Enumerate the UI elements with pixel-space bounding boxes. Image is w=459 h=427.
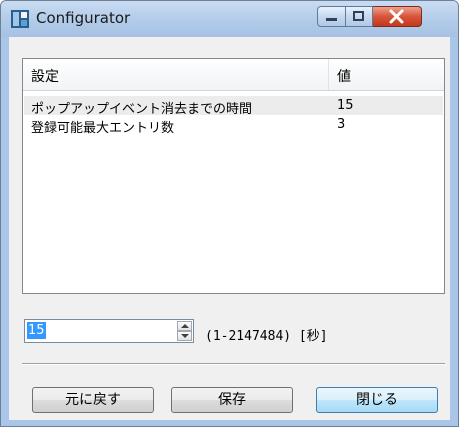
window-title: Configurator (36, 9, 131, 27)
row-value: 15 (337, 98, 354, 113)
value-spinbox[interactable]: 15 (24, 319, 194, 343)
range-label: (1-2147484) [秒] (205, 329, 328, 344)
title-bar[interactable]: Configurator (1, 1, 458, 37)
minimize-icon (326, 18, 337, 21)
close-window-button[interactable] (373, 6, 422, 27)
divider (22, 363, 445, 365)
arrow-down-icon (181, 334, 189, 338)
spin-up-button[interactable] (177, 321, 192, 331)
maximize-icon (353, 11, 364, 21)
column-header-value[interactable]: 値 (337, 66, 351, 86)
minimize-button[interactable] (317, 6, 346, 27)
spin-down-button[interactable] (177, 331, 192, 341)
list-row[interactable]: 登録可能最大エントリ数 3 (24, 115, 443, 136)
configurator-window: Configurator 設定 値 ポップアップイベント消去までの時間 15 登… (0, 0, 459, 427)
close-button[interactable]: 閉じる (316, 387, 438, 413)
app-icon (11, 10, 29, 28)
revert-button[interactable]: 元に戻す (32, 387, 154, 413)
close-icon (389, 9, 404, 24)
arrow-up-icon (181, 324, 189, 328)
column-separator[interactable] (328, 59, 329, 90)
row-setting: 登録可能最大エントリ数 (31, 121, 175, 136)
row-value: 3 (337, 117, 346, 132)
value-input[interactable]: 15 (27, 322, 46, 339)
list-row[interactable]: ポップアップイベント消去までの時間 15 (24, 96, 443, 117)
list-header: 設定 値 (23, 59, 444, 91)
client-area: 設定 値 ポップアップイベント消去までの時間 15 登録可能最大エントリ数 3 … (9, 37, 450, 420)
column-header-setting[interactable]: 設定 (31, 66, 59, 86)
maximize-button[interactable] (346, 6, 373, 27)
settings-list[interactable]: 設定 値 ポップアップイベント消去までの時間 15 登録可能最大エントリ数 3 (22, 58, 445, 294)
save-button[interactable]: 保存 (171, 387, 293, 413)
